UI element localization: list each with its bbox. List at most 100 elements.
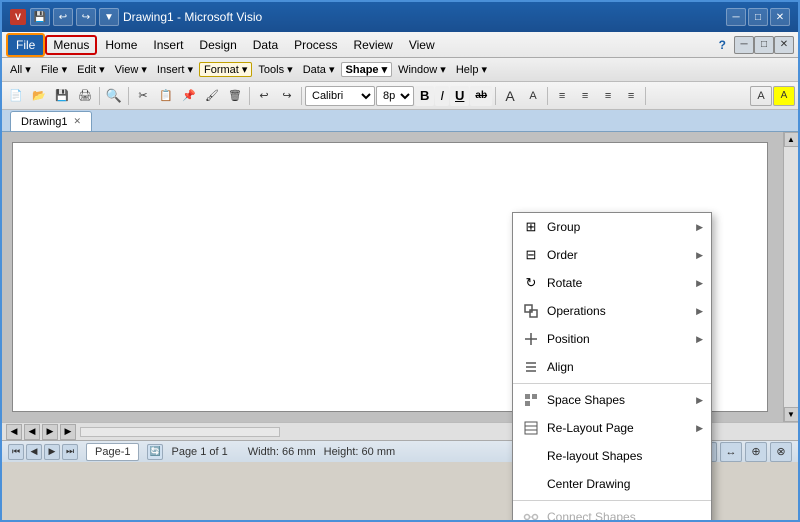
tb-font-size-inc[interactable]: A xyxy=(499,86,521,106)
status-icon-3[interactable]: ↔ xyxy=(720,442,742,462)
tb-save[interactable]: 💾 xyxy=(51,86,73,106)
connect-shapes-icon xyxy=(521,507,541,522)
toolbar-shape[interactable]: Shape ▾ xyxy=(341,62,393,77)
tab-drawing1[interactable]: Drawing1 ✕ xyxy=(10,111,92,131)
tb-undo[interactable]: ↩ xyxy=(253,86,275,106)
menu-item-position[interactable]: Position ▶ xyxy=(513,325,711,353)
space-shapes-label: Space Shapes xyxy=(547,393,696,407)
menu-item-relayout-page[interactable]: Re-Layout Page ▶ xyxy=(513,414,711,442)
menu-item-connect-shapes: Connect Shapes xyxy=(513,503,711,522)
quick-access-redo[interactable]: ↪ xyxy=(76,8,96,26)
menu-home[interactable]: Home xyxy=(97,35,145,55)
page-next-btn[interactable]: ▶ xyxy=(44,444,60,460)
sep3 xyxy=(249,87,250,105)
font-family-select[interactable]: Calibri xyxy=(305,86,375,106)
menu-data[interactable]: Data xyxy=(245,35,286,55)
tb-font-color[interactable]: A xyxy=(750,86,772,106)
scroll-down-btn[interactable]: ▼ xyxy=(784,407,799,422)
tb-print[interactable]: 🖨 xyxy=(74,86,96,106)
menu-item-rotate[interactable]: ↻ Rotate ▶ xyxy=(513,269,711,297)
menu-menus[interactable]: Menus xyxy=(45,35,97,55)
window: V 💾 ↩ ↪ ▼ Drawing1 - Microsoft Visio ─ □… xyxy=(0,0,800,522)
page-tab[interactable]: Page-1 xyxy=(86,443,139,461)
scroll-right-btn[interactable]: ▶ xyxy=(60,424,76,440)
menu-review[interactable]: Review xyxy=(345,35,400,55)
close-btn[interactable]: ✕ xyxy=(770,8,790,26)
underline-button[interactable]: U xyxy=(450,86,469,106)
tb-copy[interactable]: 📋 xyxy=(155,86,177,106)
menu-process[interactable]: Process xyxy=(286,35,345,55)
operations-label: Operations xyxy=(547,304,696,318)
menu-item-align[interactable]: Align xyxy=(513,353,711,381)
menu-item-space-shapes[interactable]: Space Shapes ▶ xyxy=(513,386,711,414)
tb-format-painter[interactable]: 🖌 xyxy=(201,86,223,106)
tb-align-left[interactable]: ≡ xyxy=(551,86,573,106)
tb-new[interactable]: 📄 xyxy=(5,86,27,106)
scroll-right-far-btn[interactable]: ▶ xyxy=(42,424,58,440)
toolbar-format[interactable]: Format ▾ xyxy=(199,62,252,77)
separator1 xyxy=(513,383,711,384)
vertical-scrollbar[interactable]: ▲ ▼ xyxy=(783,132,798,422)
tb-align-center[interactable]: ≡ xyxy=(574,86,596,106)
tb-preview[interactable]: 🔍 xyxy=(103,86,125,106)
sep1 xyxy=(99,87,100,105)
menu-insert[interactable]: Insert xyxy=(145,35,191,55)
quick-access-save[interactable]: 💾 xyxy=(30,8,50,26)
tb-align-right[interactable]: ≡ xyxy=(597,86,619,106)
ribbon-close-btn[interactable]: ✕ xyxy=(774,36,794,54)
order-label: Order xyxy=(547,248,696,262)
toolbar-data[interactable]: Data ▾ xyxy=(299,63,339,76)
menu-item-operations[interactable]: Operations ▶ xyxy=(513,297,711,325)
menu-design[interactable]: Design xyxy=(191,35,244,55)
bold-button[interactable]: B xyxy=(415,86,434,106)
tab-close-icon[interactable]: ✕ xyxy=(73,116,81,127)
tab-bar: Drawing1 ✕ xyxy=(2,110,798,132)
tb-delete[interactable]: 🗑 xyxy=(224,86,246,106)
minimize-btn[interactable]: ─ xyxy=(726,8,746,26)
scroll-left-btn[interactable]: ◀ xyxy=(6,424,22,440)
ribbon-max-btn[interactable]: □ xyxy=(754,36,774,54)
group-label: Group xyxy=(547,220,696,234)
toolbar-edit[interactable]: Edit ▾ xyxy=(73,63,109,76)
tb-open[interactable]: 📂 xyxy=(28,86,50,106)
operations-icon xyxy=(521,301,541,321)
tb-paste[interactable]: 📌 xyxy=(178,86,200,106)
italic-button[interactable]: I xyxy=(435,86,449,106)
menu-item-center-drawing[interactable]: Center Drawing xyxy=(513,470,711,498)
toolbar-all[interactable]: All ▾ xyxy=(6,63,35,76)
font-size-select[interactable]: 8pt xyxy=(376,86,414,106)
menu-item-order[interactable]: ⊟ Order ▶ xyxy=(513,241,711,269)
position-arrow: ▶ xyxy=(696,334,703,345)
ribbon-min-btn[interactable]: ─ xyxy=(734,36,754,54)
tb-cut[interactable]: ✂ xyxy=(132,86,154,106)
tb-align-justify[interactable]: ≡ xyxy=(620,86,642,106)
menu-item-relayout-shapes[interactable]: Re-layout Shapes xyxy=(513,442,711,470)
tb-highlight[interactable]: A xyxy=(773,86,795,106)
toolbar-help[interactable]: Help ▾ xyxy=(452,63,491,76)
quick-access-more[interactable]: ▼ xyxy=(99,8,119,26)
toolbar-view[interactable]: View ▾ xyxy=(111,63,151,76)
toolbar-tools[interactable]: Tools ▾ xyxy=(254,63,296,76)
menu-item-group[interactable]: ⊞ Group ▶ xyxy=(513,213,711,241)
toolbar-window[interactable]: Window ▾ xyxy=(394,63,450,76)
tb-font-size-dec[interactable]: A xyxy=(522,86,544,106)
menu-help-icon[interactable]: ? xyxy=(711,35,734,55)
toolbar-file[interactable]: File ▾ xyxy=(37,63,71,76)
menu-view[interactable]: View xyxy=(401,35,443,55)
toolbar-insert[interactable]: Insert ▾ xyxy=(153,63,197,76)
status-icon-5[interactable]: ⊗ xyxy=(770,442,792,462)
menu-file[interactable]: File xyxy=(6,33,45,57)
scroll-up-btn[interactable]: ▲ xyxy=(784,132,799,147)
status-icon-4[interactable]: ⊕ xyxy=(745,442,767,462)
hscroll-track[interactable] xyxy=(80,427,280,437)
page-prev-btn[interactable]: ◀ xyxy=(26,444,42,460)
scroll-left-far-btn[interactable]: ◀ xyxy=(24,424,40,440)
tb-redo[interactable]: ↪ xyxy=(276,86,298,106)
content-area: ▲ ▼ ⊞ Group ▶ ⊟ Order ▶ ↻ Rotate ▶ xyxy=(2,132,798,422)
page-last-btn[interactable]: ⏭ xyxy=(62,444,78,460)
page-first-btn[interactable]: ⏮ xyxy=(8,444,24,460)
quick-access-undo[interactable]: ↩ xyxy=(53,8,73,26)
page-add-icon[interactable]: 🔄 xyxy=(147,444,163,460)
strikethrough-button[interactable]: ab xyxy=(470,86,492,106)
maximize-btn[interactable]: □ xyxy=(748,8,768,26)
